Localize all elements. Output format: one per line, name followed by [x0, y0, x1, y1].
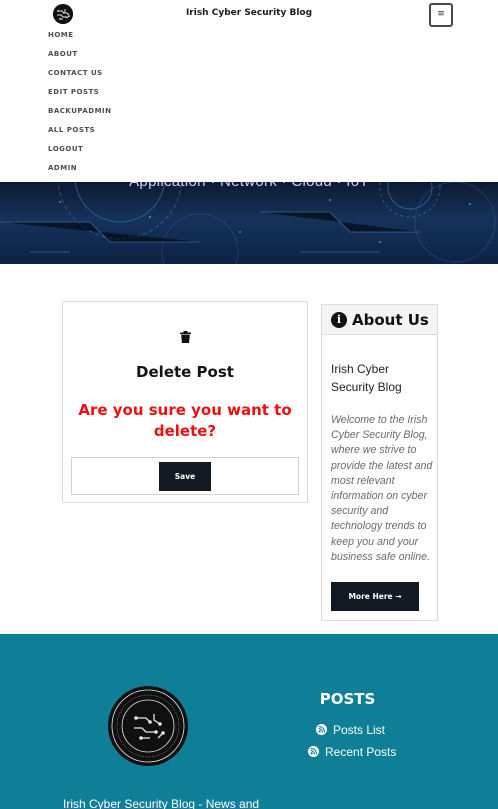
- about-title: About Us: [352, 311, 429, 329]
- nav-item-home[interactable]: HOME: [48, 30, 112, 49]
- hamburger-icon: ≡: [437, 9, 445, 19]
- delete-form: Save: [71, 457, 299, 495]
- nav-item-about[interactable]: ABOUT: [48, 49, 112, 68]
- menu-toggle-button[interactable]: ≡: [429, 3, 453, 27]
- footer-link-posts-list[interactable]: Posts List: [316, 723, 385, 737]
- hero-banner: Application · Network · Cloud · IoT: [0, 182, 498, 264]
- footer-posts-title: POSTS: [319, 690, 376, 708]
- hero-background-art: [0, 182, 496, 264]
- info-icon: i: [331, 312, 347, 328]
- about-blog-name: Irish Cyber Security Blog: [331, 362, 402, 394]
- rss-icon: [308, 746, 319, 757]
- delete-post-card: Delete Post Are you sure you want to del…: [62, 301, 308, 503]
- footer-link-label: Recent Posts: [325, 745, 397, 759]
- trash-icon: [180, 331, 191, 343]
- save-button[interactable]: Save: [159, 462, 211, 491]
- footer-link-recent-posts[interactable]: Recent Posts: [308, 745, 396, 759]
- rss-icon: [316, 724, 327, 735]
- site-header: Irish Cyber Security Blog ≡ HOME ABOUT C…: [0, 0, 498, 182]
- about-description: Welcome to the Irish Cyber Security Blog…: [331, 414, 433, 563]
- nav-item-backupadmin[interactable]: BACKUPADMIN: [48, 106, 112, 125]
- site-title[interactable]: Irish Cyber Security Blog: [0, 8, 498, 18]
- nav-item-edit-posts[interactable]: EDIT POSTS: [48, 87, 112, 106]
- footer-tagline: Irish Cyber Security Blog - News and: [63, 797, 260, 809]
- nav-item-contact-us[interactable]: CONTACT US: [48, 68, 112, 87]
- nav-item-all-posts[interactable]: ALL POSTS: [48, 125, 112, 144]
- card-title: Delete Post: [136, 363, 234, 381]
- about-header: i About Us: [322, 305, 437, 335]
- footer-link-label: Posts List: [333, 723, 386, 737]
- delete-confirm-message: Are you sure you want to delete?: [78, 401, 292, 440]
- more-here-button[interactable]: More Here →: [331, 582, 419, 611]
- site-footer: POSTS Posts List Recent Posts Irish Cybe…: [0, 634, 498, 809]
- nav-item-admin[interactable]: ADMIN: [48, 163, 112, 182]
- footer-logo[interactable]: [108, 686, 188, 766]
- main-nav: HOME ABOUT CONTACT US EDIT POSTS BACKUPA…: [48, 30, 112, 182]
- nav-item-logout[interactable]: LOGOUT: [48, 144, 112, 163]
- hero-tagline: Application · Network · Cloud · IoT: [0, 182, 498, 190]
- about-sidebar: i About Us Irish Cyber Security Blog Wel…: [321, 304, 438, 621]
